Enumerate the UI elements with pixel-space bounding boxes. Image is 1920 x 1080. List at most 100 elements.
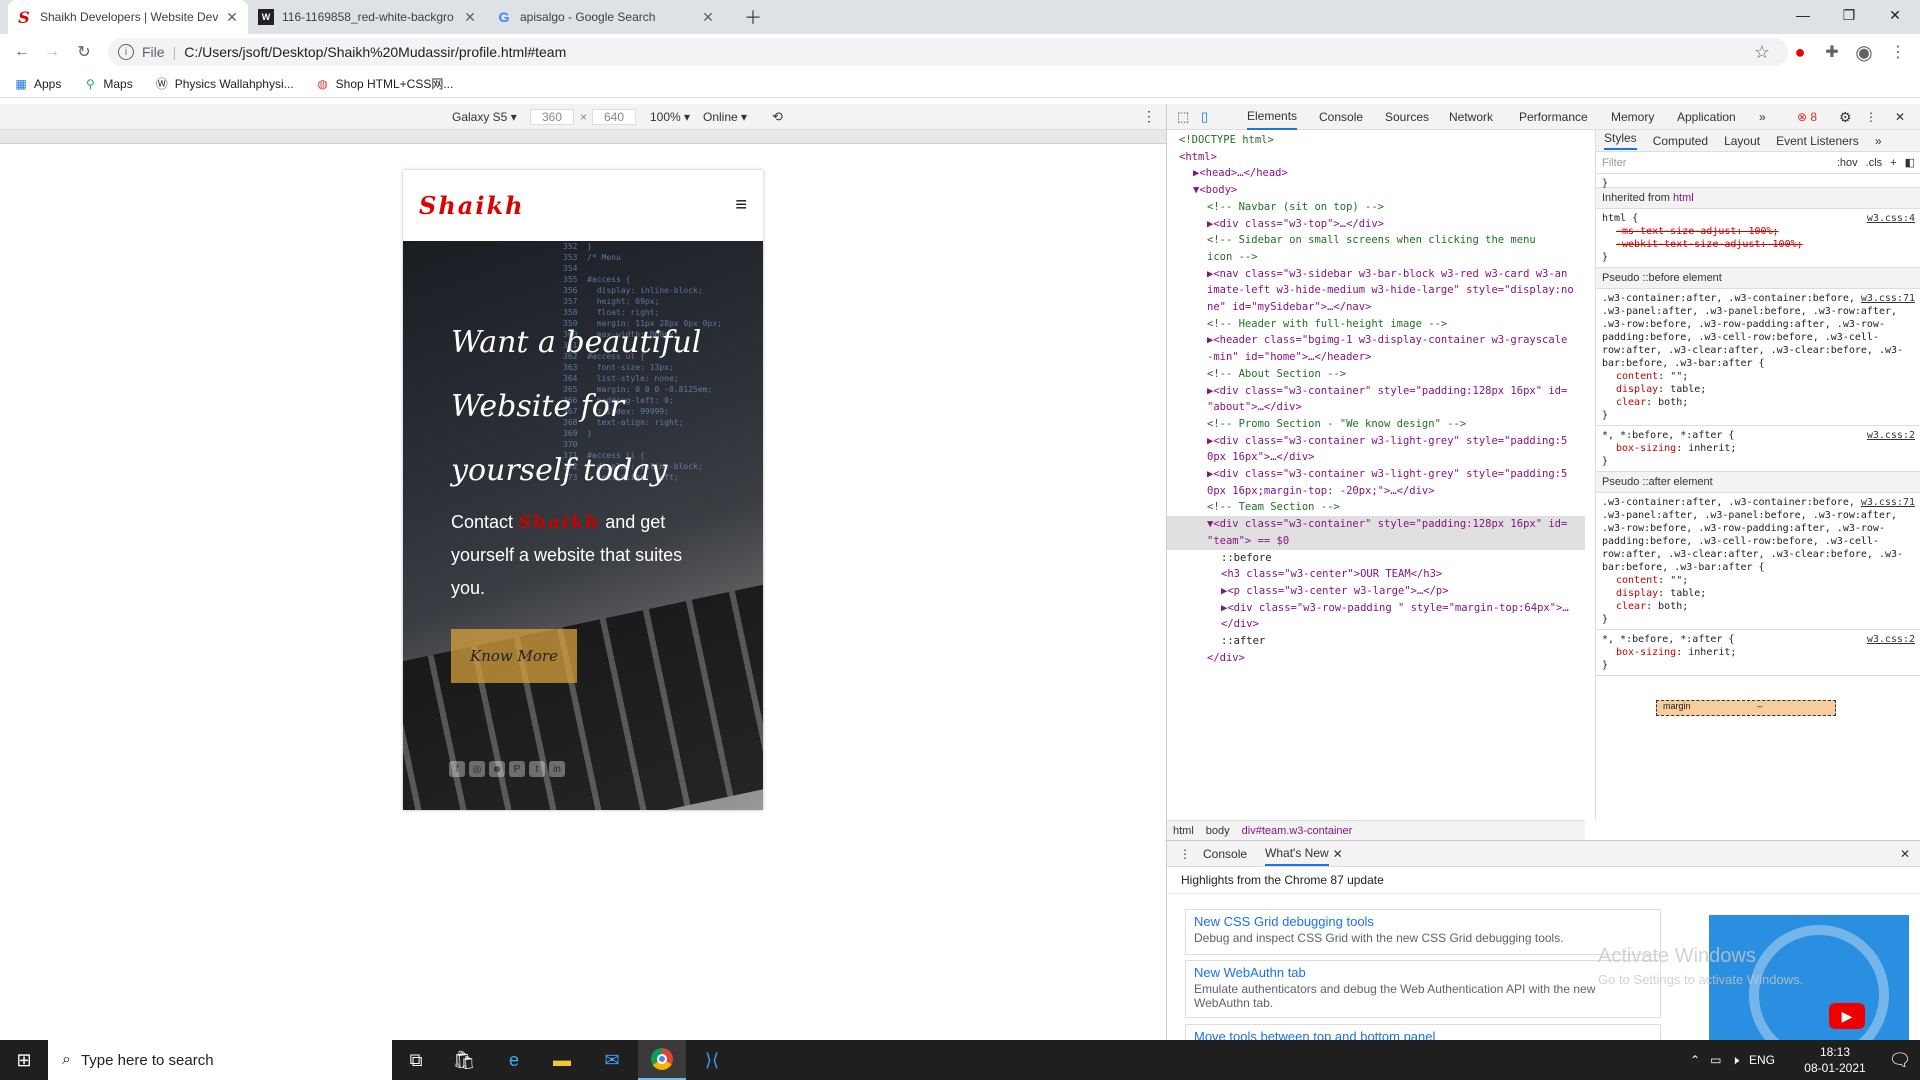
dom-tree-node[interactable]: ▼<body> [1167, 182, 1585, 199]
notifications-icon[interactable]: 🗨 [1880, 1040, 1920, 1080]
linkedin-icon[interactable]: in [549, 761, 565, 777]
crumb-html[interactable]: html [1173, 825, 1194, 837]
close-tab-icon[interactable]: ✕ [224, 9, 240, 26]
dom-tree-node[interactable]: ::after [1167, 633, 1585, 650]
dom-tree-node[interactable]: ▶<div class="w3-top">…</div> [1167, 216, 1585, 233]
bookmark-shop-html-css[interactable]: ◍ Shop HTML+CSS网... [316, 75, 453, 92]
info-icon[interactable]: i [118, 44, 134, 60]
forward-icon[interactable]: → [38, 38, 66, 66]
bookmark-physics-wallah[interactable]: Ⓦ Physics Wallahphysi... [155, 77, 294, 92]
vscode-icon[interactable]: ⟩⟨ [688, 1040, 736, 1080]
more-tabs-icon[interactable]: » [1759, 104, 1766, 130]
restore-icon[interactable]: ❐ [1826, 0, 1872, 30]
dom-tree-node[interactable]: <html> [1167, 149, 1585, 166]
volume-icon[interactable]: 🕨 [1731, 1053, 1739, 1068]
dom-tree-node[interactable]: ▶<div class="w3-container w3-light-grey"… [1167, 433, 1585, 450]
facebook-icon[interactable]: f [449, 761, 465, 777]
dom-tree-node[interactable]: ▶<head>…</head> [1167, 165, 1585, 182]
profile-avatar-icon[interactable]: ◉ [1850, 38, 1878, 66]
close-window-icon[interactable]: ✕ [1872, 0, 1918, 30]
edge-icon[interactable]: e [490, 1040, 538, 1080]
bookmark-star-icon[interactable]: ☆ [1748, 38, 1776, 66]
site-brand-logo[interactable]: Shaikh [419, 191, 525, 220]
subtab-event-listeners[interactable]: Event Listeners [1776, 134, 1859, 148]
crumb-body[interactable]: body [1206, 825, 1230, 837]
dom-tree-node[interactable]: <h3 class="w3-center">OUR TEAM</h3> [1167, 566, 1585, 583]
minimize-icon[interactable]: — [1780, 0, 1826, 30]
dom-tree-node[interactable]: <!DOCTYPE html> [1167, 132, 1585, 149]
device-select[interactable]: Galaxy S5 ▾ [452, 110, 517, 124]
dom-tree-node[interactable]: 0px 16px;margin-top: -20px;">…</div> [1167, 483, 1585, 500]
tab-sources[interactable]: Sources [1385, 104, 1429, 130]
dom-tree-node[interactable]: ▶<nav class="w3-sidebar w3-bar-block w3-… [1167, 266, 1585, 283]
drawer-tab-console[interactable]: Console [1203, 847, 1247, 861]
bookmark-maps[interactable]: ⚲ Maps [83, 77, 133, 91]
dom-tree-node[interactable]: ▼<div class="w3-container" style="paddin… [1167, 516, 1585, 533]
settings-gear-icon[interactable]: ⚙ [1839, 104, 1852, 130]
close-devtools-icon[interactable]: ✕ [1895, 104, 1905, 130]
dom-tree-node[interactable]: <!-- Promo Section "Statistics" --> [1167, 667, 1585, 669]
bookmark-apps[interactable]: ▦ Apps [14, 77, 61, 91]
close-tab-icon[interactable]: ✕ [700, 9, 716, 26]
task-view-icon[interactable]: ⧉ [392, 1040, 440, 1080]
zoom-select[interactable]: 100% ▾ [650, 110, 690, 124]
dom-tree-node[interactable]: <!-- About Section --> [1167, 366, 1585, 383]
store-icon[interactable]: 🛍 [440, 1040, 488, 1080]
rule-source-link[interactable]: w3.css:2 [1867, 429, 1915, 442]
dom-tree-node[interactable]: ▶<div class="w3-container" style="paddin… [1167, 383, 1585, 400]
drawer-menu-icon[interactable]: ⋮ [1179, 847, 1191, 861]
dom-tree-node[interactable]: </div> [1167, 616, 1585, 633]
inspect-element-icon[interactable]: ⬚ [1177, 104, 1189, 130]
rule-source-link[interactable]: w3.css:71 [1861, 292, 1915, 305]
dom-tree-node[interactable]: imate-left w3-hide-medium w3-hide-large"… [1167, 282, 1585, 299]
dom-tree-node[interactable]: ::before [1167, 550, 1585, 567]
twitter-icon[interactable]: t [529, 761, 545, 777]
box-model-margin[interactable]: margin – [1656, 700, 1836, 716]
dom-tree-node[interactable]: <!-- Promo Section - "We know design" --… [1167, 416, 1585, 433]
dom-tree-node[interactable]: -min" id="home">…</header> [1167, 349, 1585, 366]
know-more-button[interactable]: Know More [451, 629, 577, 683]
tab-network[interactable]: Network [1449, 104, 1493, 130]
dom-tree-node[interactable]: "about">…</div> [1167, 399, 1585, 416]
tab-elements[interactable]: Elements [1247, 104, 1298, 130]
dom-tree-node[interactable]: ne" id="mySidebar">…</nav> [1167, 299, 1585, 316]
tray-chevron-icon[interactable]: ⌃ [1690, 1053, 1700, 1067]
network-icon[interactable]: ▭ [1710, 1053, 1721, 1067]
devtools-menu-icon[interactable]: ⋮ [1865, 104, 1877, 130]
dom-tree-node[interactable]: <!-- Team Section --> [1167, 499, 1585, 516]
snapchat-icon[interactable]: ☻ [489, 761, 505, 777]
extensions-puzzle-icon[interactable]: ✚ [1818, 38, 1846, 66]
tab-performance[interactable]: Performance [1519, 104, 1588, 130]
crumb-div-team[interactable]: div#team.w3-container [1242, 825, 1353, 837]
dom-tree-node[interactable]: </div> [1167, 650, 1585, 667]
whats-new-card[interactable]: New WebAuthn tab Emulate authenticators … [1185, 960, 1661, 1018]
tab-shaikh-developers[interactable]: S Shaikh Developers | Website Dev ✕ [8, 0, 248, 34]
opera-extension-icon[interactable]: ● [1786, 38, 1814, 66]
new-tab-button[interactable]: ＋ [736, 0, 768, 34]
dom-tree-node[interactable]: <!-- Sidebar on small screens when click… [1167, 232, 1585, 249]
device-toggle-icon[interactable]: ▯ [1201, 104, 1208, 130]
address-bar[interactable]: i File | C:/Users/jsoft/Desktop/Shaikh%2… [108, 38, 1788, 66]
device-width-input[interactable]: 360 [530, 108, 574, 125]
tab-application[interactable]: Application [1677, 104, 1736, 130]
dom-tree-node[interactable]: <!-- Header with full-height image --> [1167, 316, 1585, 333]
styles-filter-input[interactable]: Filter [1602, 157, 1837, 169]
hamburger-menu-icon[interactable]: ≡ [735, 194, 747, 217]
taskbar-clock[interactable]: 18:13 08-01-2021 [1790, 1044, 1880, 1076]
dom-tree-node[interactable]: ▶<header class="bgimg-1 w3-display-conta… [1167, 332, 1585, 349]
rule-source-link[interactable]: w3.css:2 [1867, 633, 1915, 646]
taskbar-search-box[interactable]: ⌕ Type here to search [48, 1040, 392, 1080]
reload-icon[interactable]: ↻ [70, 38, 98, 66]
windows-start-icon[interactable]: ⊞ [0, 1040, 48, 1080]
network-throttle-select[interactable]: Online ▾ [703, 110, 747, 124]
menu-kebab-icon[interactable]: ⋮ [1884, 38, 1912, 66]
rule-source-link[interactable]: w3.css:71 [1861, 496, 1915, 509]
subtab-styles[interactable]: Styles [1604, 131, 1637, 150]
close-tab-icon[interactable]: ✕ [462, 9, 478, 26]
error-count-badge[interactable]: ⊗ 8 [1797, 104, 1817, 130]
close-whats-new-icon[interactable]: ✕ [1333, 847, 1343, 861]
dom-tree-node[interactable]: ▶<p class="w3-center w3-large">…</p> [1167, 583, 1585, 600]
device-menu-icon[interactable]: ⋮ [1142, 108, 1156, 125]
media-query-ruler[interactable] [0, 130, 1166, 144]
youtube-play-icon[interactable]: ▶ [1829, 1003, 1865, 1029]
